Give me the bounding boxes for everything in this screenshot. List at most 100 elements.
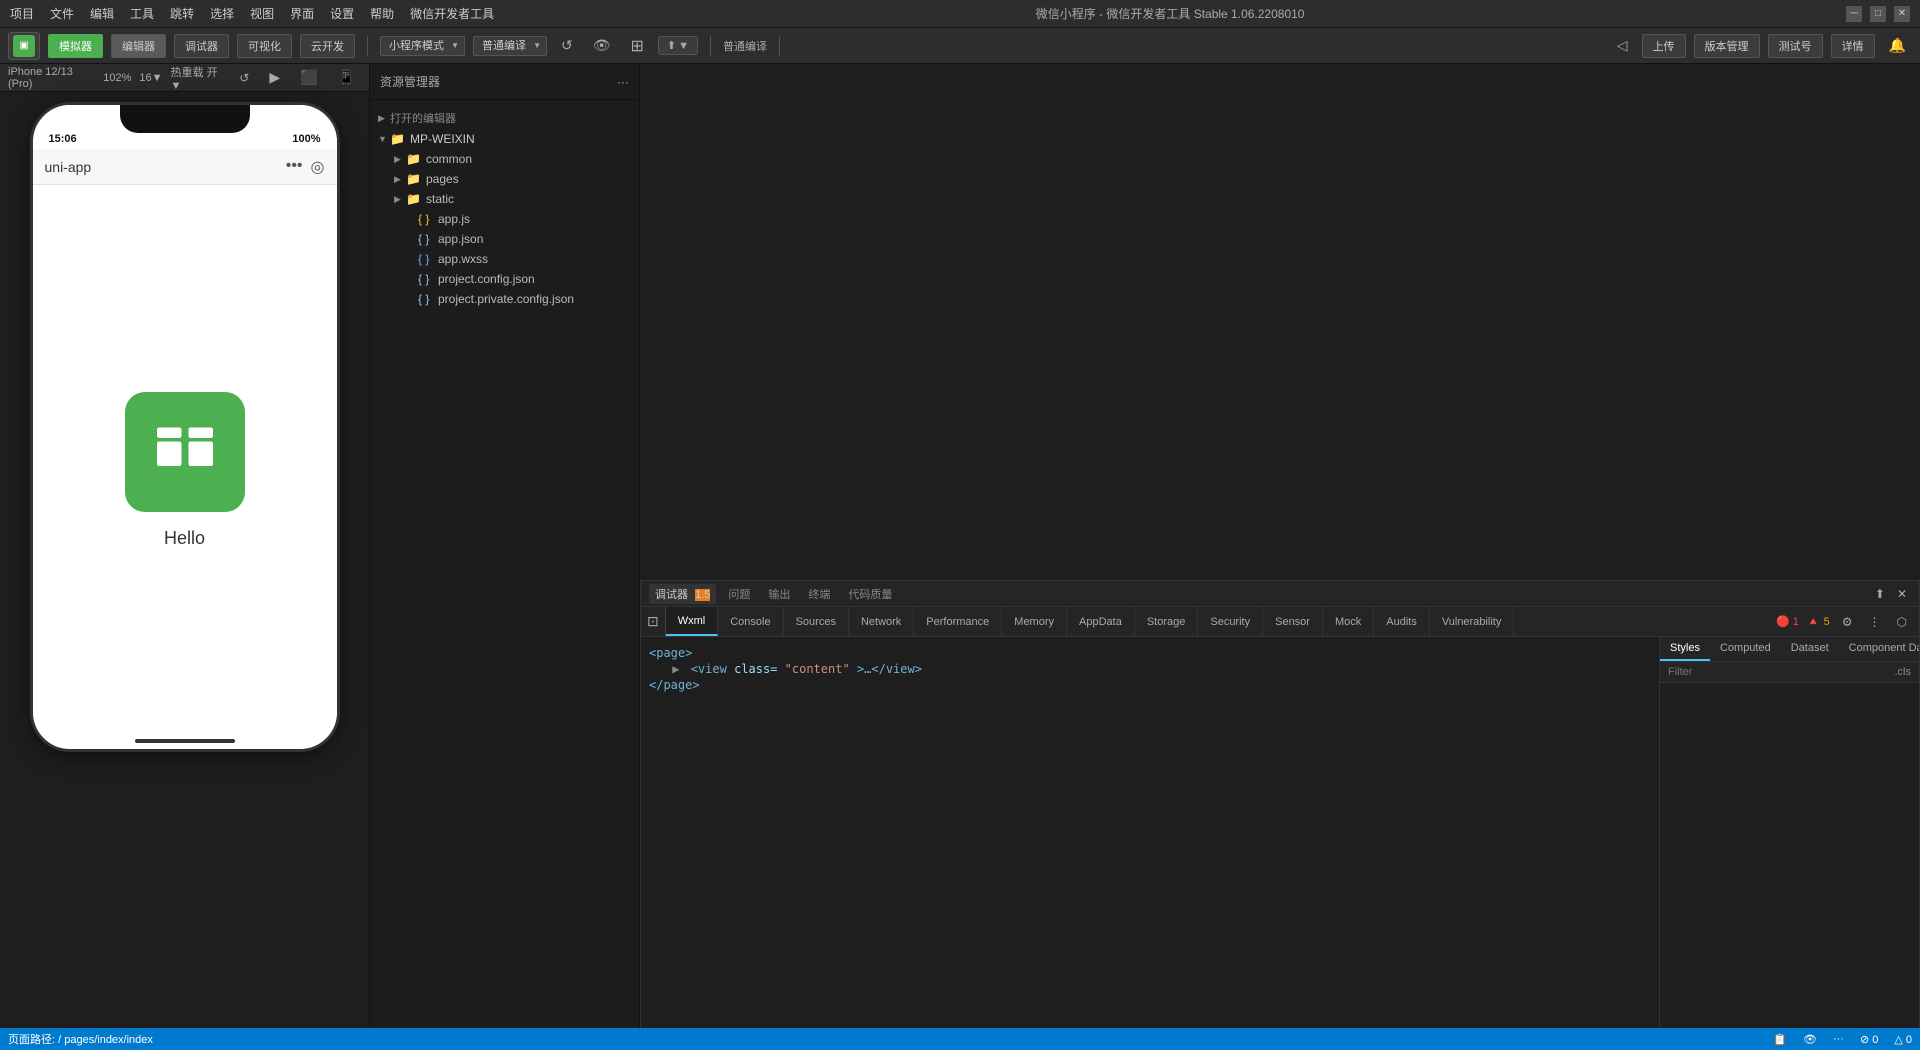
- right-tab-component-data[interactable]: Component Data: [1839, 637, 1919, 661]
- file-appjson[interactable]: ▶ { } app.json: [370, 229, 639, 249]
- maximize-button[interactable]: □: [1870, 6, 1886, 22]
- tab-memory[interactable]: Memory: [1002, 607, 1067, 636]
- file-appwxss[interactable]: ▶ { } app.wxss: [370, 249, 639, 269]
- filter-input[interactable]: [1668, 666, 1891, 678]
- tab-vulnerability[interactable]: Vulnerability: [1430, 607, 1515, 636]
- screenshot-label[interactable]: 热重载 开▼: [171, 64, 226, 92]
- menu-edit[interactable]: 编辑: [90, 5, 114, 22]
- dt-tab-debugger[interactable]: 调试器 1.5: [649, 584, 716, 604]
- upload-icon: ⬆: [667, 39, 676, 52]
- menu-bar[interactable]: // render menu inline 项目 文件 编辑 工具 跳转 选择 …: [10, 5, 494, 22]
- file-appjs[interactable]: ▶ { } app.js: [370, 209, 639, 229]
- eye-icon[interactable]: 👁: [1803, 1033, 1817, 1046]
- arrow-mp-weixin: ▼: [378, 134, 390, 144]
- tab-mock[interactable]: Mock: [1323, 607, 1374, 636]
- upload-area: ⬆ ▼: [658, 36, 698, 55]
- dt-tab-problems[interactable]: 问题: [722, 584, 756, 604]
- test-button[interactable]: 测试号: [1768, 34, 1823, 58]
- simulator-button[interactable]: 模拟器: [48, 34, 103, 58]
- tab-appdata[interactable]: AppData: [1067, 607, 1135, 636]
- folder-pages[interactable]: ▶ 📁 pages: [370, 169, 639, 189]
- menu-view[interactable]: 视图: [250, 5, 274, 22]
- explorer-more[interactable]: ···: [617, 75, 629, 89]
- mode-select[interactable]: 小程序模式: [380, 36, 465, 56]
- qr-button[interactable]: ⊞: [625, 34, 650, 58]
- devtools-titlebar: 调试器 1.5 问题 输出 终端 代码质量 ⬆ ✕: [641, 581, 1919, 607]
- device-label: iPhone 12/13 (Pro): [8, 66, 95, 90]
- file-projectconfig[interactable]: ▶ { } project.config.json: [370, 269, 639, 289]
- devtools-more-button[interactable]: ⋮: [1865, 613, 1885, 631]
- folder-static-label: static: [426, 192, 454, 206]
- dots-icon[interactable]: •••: [286, 157, 303, 177]
- xml-line-view[interactable]: ▶ <view class= "content" >…</view>: [649, 661, 1651, 677]
- visual-button[interactable]: 可视化: [237, 34, 292, 58]
- right-tab-dataset[interactable]: Dataset: [1781, 637, 1839, 661]
- tab-sensor[interactable]: Sensor: [1263, 607, 1323, 636]
- menu-project[interactable]: 项目: [10, 5, 34, 22]
- icon-projectconfig: { }: [418, 272, 434, 286]
- menu-help[interactable]: 帮助: [370, 5, 394, 22]
- devtools-expand-button[interactable]: ⬆: [1871, 585, 1889, 603]
- sim-play-button[interactable]: ▶: [263, 67, 286, 88]
- editor-button[interactable]: 编辑器: [111, 34, 166, 58]
- devtools-dock-button[interactable]: ⬡: [1893, 613, 1911, 631]
- sim-stop-button[interactable]: ⬛: [294, 67, 323, 88]
- file-projectconfig-label: project.config.json: [438, 272, 535, 286]
- explorer-title: 资源管理器: [380, 73, 440, 90]
- detail-button[interactable]: 详情: [1831, 34, 1875, 58]
- tab-appdata-label: AppData: [1079, 616, 1122, 628]
- app-icon-svg: [150, 417, 220, 487]
- right-tab-styles[interactable]: Styles: [1660, 637, 1710, 661]
- folder-common[interactable]: ▶ 📁 common: [370, 149, 639, 169]
- circle-icon[interactable]: ◎: [311, 157, 325, 177]
- dt-tab-output[interactable]: 输出: [762, 584, 796, 604]
- tab-sources[interactable]: Sources: [784, 607, 849, 636]
- message-button[interactable]: 🔔: [1883, 35, 1912, 56]
- devtools-close-button[interactable]: ✕: [1893, 585, 1911, 603]
- tab-network[interactable]: Network: [849, 607, 914, 636]
- right-tab-computed[interactable]: Computed: [1710, 637, 1781, 661]
- compile-select[interactable]: 普通编译: [473, 36, 547, 56]
- copy-icon[interactable]: 📋: [1773, 1033, 1787, 1046]
- upload-button[interactable]: 上传: [1642, 34, 1686, 58]
- phone-nav-icons[interactable]: ••• ◎: [286, 157, 325, 177]
- menu-goto[interactable]: 跳转: [170, 5, 194, 22]
- file-projectprivate[interactable]: ▶ { } project.private.config.json: [370, 289, 639, 309]
- devtools-settings-button[interactable]: ⚙: [1838, 613, 1857, 631]
- dt-tab-quality[interactable]: 代码质量: [842, 584, 898, 604]
- icon-projectprivate: { }: [418, 292, 434, 306]
- tab-security[interactable]: Security: [1198, 607, 1263, 636]
- section-opened-editors[interactable]: ▶ 打开的编辑器: [370, 104, 639, 129]
- tab-wxml[interactable]: Wxml: [666, 607, 719, 636]
- sim-phone-button[interactable]: 📱: [332, 67, 361, 88]
- tab-audits[interactable]: Audits: [1374, 607, 1430, 636]
- menu-wxdev[interactable]: 微信开发者工具: [410, 5, 494, 22]
- tab-performance[interactable]: Performance: [914, 607, 1002, 636]
- tab-console[interactable]: Console: [718, 607, 783, 636]
- menu-file[interactable]: 文件: [50, 5, 74, 22]
- phone-home-bar: [135, 739, 235, 743]
- more-dots[interactable]: ···: [1833, 1033, 1844, 1045]
- refresh-button[interactable]: ↺: [555, 35, 579, 56]
- section-mp-weixin[interactable]: ▼ 📁 MP-WEIXIN: [370, 129, 639, 149]
- tab-network-label: Network: [861, 616, 901, 628]
- sim-refresh-button[interactable]: ↺: [233, 69, 255, 87]
- tab-storage[interactable]: Storage: [1135, 607, 1199, 636]
- cloud-button[interactable]: 云开发: [300, 34, 355, 58]
- back-button[interactable]: ◁: [1611, 35, 1634, 56]
- close-button[interactable]: ✕: [1894, 6, 1910, 22]
- menu-tools[interactable]: 工具: [130, 5, 154, 22]
- minimize-button[interactable]: ─: [1846, 6, 1862, 22]
- preview-icon[interactable]: 👁: [587, 35, 617, 56]
- menu-settings[interactable]: 设置: [330, 5, 354, 22]
- tab-sources-label: Sources: [796, 616, 836, 628]
- dt-tab-terminal[interactable]: 终端: [802, 584, 836, 604]
- menu-interface[interactable]: 界面: [290, 5, 314, 22]
- debug-button[interactable]: 调试器: [174, 34, 229, 58]
- menu-select[interactable]: 选择: [210, 5, 234, 22]
- version-mgr-button[interactable]: 版本管理: [1694, 34, 1760, 58]
- phone-frame: 15:06 100% uni-app ••• ◎: [30, 102, 340, 752]
- title-bar: // render menu inline 项目 文件 编辑 工具 跳转 选择 …: [0, 0, 1920, 28]
- dt-inspect-icon[interactable]: ⊡: [641, 607, 666, 636]
- folder-static[interactable]: ▶ 📁 static: [370, 189, 639, 209]
